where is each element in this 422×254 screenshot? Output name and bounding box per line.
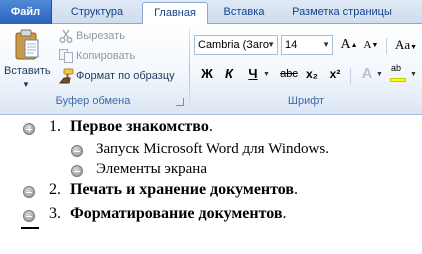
chevron-down-icon[interactable]: ▼: [22, 80, 30, 89]
tab-file[interactable]: Файл: [0, 0, 52, 24]
chevron-down-icon[interactable]: ▼: [263, 71, 270, 78]
chevron-down-icon[interactable]: ▼: [376, 71, 383, 78]
clipboard-dialog-launcher-icon[interactable]: [176, 98, 184, 106]
tab-structure[interactable]: Структура: [60, 2, 134, 24]
tab-page-layout[interactable]: Разметка страницы: [284, 2, 400, 24]
heading-text: Печать и хранение документов: [70, 181, 295, 198]
font-size-combo[interactable]: 14 ▼: [281, 35, 333, 55]
grow-font-label: A: [340, 37, 351, 52]
copy-icon: [59, 49, 73, 64]
outline-collapse-icon[interactable]: [23, 210, 35, 222]
highlight-label: ab: [391, 63, 402, 73]
font-size-value: 14: [285, 39, 298, 51]
separator: [386, 38, 387, 54]
cut-button[interactable]: Вырезать: [58, 28, 125, 45]
outline-collapse-icon[interactable]: [71, 165, 83, 177]
change-case-label: Aa: [394, 37, 411, 52]
caret-up-icon: ▲: [350, 41, 358, 49]
format-painter-label: Формат по образцу: [76, 70, 175, 82]
change-case-button[interactable]: Aa▼: [393, 35, 419, 55]
chevron-down-icon[interactable]: ▼: [410, 43, 417, 51]
underline-button[interactable]: Ч: [243, 64, 263, 84]
clipboard-group-label: Буфер обмена: [55, 95, 131, 107]
chevron-down-icon[interactable]: ▼: [410, 71, 417, 78]
clipboard-icon: [15, 29, 39, 60]
bold-button[interactable]: Ж: [197, 64, 217, 84]
body-text: Запуск Microsoft Word для Windows.: [96, 141, 329, 157]
heading-number: 3.: [49, 205, 61, 222]
superscript-button[interactable]: x²: [325, 64, 345, 84]
heading-number: 1.: [49, 118, 61, 135]
font-name-value: Cambria (Заго: [198, 39, 269, 51]
outline-collapse-icon[interactable]: [23, 186, 35, 198]
text-cursor: [21, 227, 39, 229]
format-painter-button[interactable]: Формат по образцу: [58, 68, 175, 85]
heading-text: Форматирование документов: [70, 205, 283, 222]
subscript-button[interactable]: x₂: [302, 64, 322, 84]
tab-home[interactable]: Главная: [142, 2, 208, 25]
highlight-button[interactable]: ab: [388, 62, 408, 82]
heading-number: 2.: [49, 181, 61, 198]
body-text: Элементы экрана: [96, 161, 207, 177]
font-name-combo[interactable]: Cambria (Заго ▼: [194, 35, 278, 55]
paste-button[interactable]: Вставить ▼: [4, 27, 51, 89]
copy-label: Копировать: [76, 50, 136, 62]
paste-label: Вставить: [4, 65, 51, 77]
document-area[interactable]: 1. Первое знакомство. Запуск Microsoft Wo…: [0, 115, 422, 254]
italic-button[interactable]: К: [219, 64, 239, 84]
ribbon: Вставить ▼ Вырезать Копировать Формат по…: [0, 24, 422, 115]
ribbon-tab-strip: Файл Структура Главная Вставка Разметка …: [0, 0, 422, 25]
outline-expand-icon[interactable]: [23, 123, 35, 135]
highlight-pen-icon: [390, 78, 406, 82]
font-group-label: Шрифт: [287, 95, 325, 107]
paintbrush-icon: [58, 68, 74, 84]
scissors-icon: [59, 29, 73, 44]
shrink-font-label: A: [363, 39, 372, 51]
tab-insert[interactable]: Вставка: [215, 2, 273, 24]
chevron-down-icon[interactable]: ▼: [322, 36, 330, 54]
chevron-down-icon[interactable]: ▼: [267, 36, 275, 54]
caret-down-icon: ▼: [371, 41, 379, 49]
cut-label: Вырезать: [76, 30, 125, 42]
separator: [350, 68, 351, 84]
strikethrough-button[interactable]: abc: [277, 64, 301, 84]
outline-collapse-icon[interactable]: [71, 145, 83, 157]
heading-punct: .: [208, 118, 213, 135]
grow-font-button[interactable]: A▲: [339, 35, 359, 55]
copy-button[interactable]: Копировать: [58, 48, 135, 65]
shrink-font-button[interactable]: A▼: [361, 35, 381, 55]
text-effects-button[interactable]: A: [357, 64, 377, 84]
heading-punct: .: [294, 181, 299, 198]
heading-punct: .: [282, 205, 287, 222]
heading-text: Первое знакомство: [70, 118, 209, 135]
